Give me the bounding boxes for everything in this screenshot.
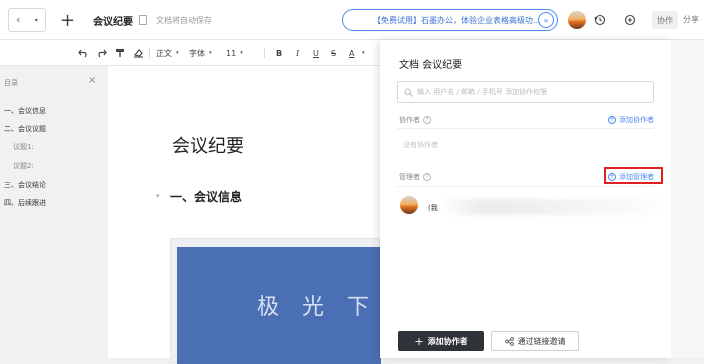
format-painter-icon[interactable] [115, 40, 125, 66]
doc-title[interactable]: 会议纪要 [93, 0, 133, 40]
panel-title: 文档 会议纪要 [399, 60, 463, 71]
close-icon[interactable]: × [88, 75, 96, 86]
share-button[interactable]: 分享 [683, 11, 699, 29]
chevron-down-icon: ▾ [240, 50, 243, 56]
undo-icon[interactable] [78, 40, 89, 66]
panel-side-strip [671, 40, 704, 358]
chevron-down-icon: ▾ [209, 50, 212, 56]
outline-item[interactable]: 二、会议议题 [4, 124, 46, 134]
share-link-icon [504, 336, 514, 346]
chevron-down-icon[interactable]: ▾ [362, 40, 365, 66]
plus-icon: + [414, 334, 424, 348]
promo-arrow-icon[interactable]: » [538, 12, 554, 28]
empty-collaborators-text: 没有协作者 [403, 141, 438, 149]
promo-text: 【免费试用】石墨办公，体验企业表格高级功... [373, 15, 541, 25]
image-content: 极 光 下 [177, 247, 381, 364]
add-circle-icon: + [608, 116, 616, 124]
highlight-annotation [604, 167, 663, 184]
font-family-select[interactable]: 字体 ▾ [189, 40, 212, 66]
document-icon [139, 0, 147, 40]
collaborator-search[interactable] [397, 81, 654, 103]
toolbar-divider [264, 48, 265, 58]
collaborators-section-label: 协作者 ? [399, 115, 431, 125]
outline-item[interactable]: 三、会议结论 [4, 180, 46, 190]
strikethrough-button[interactable]: S [331, 40, 336, 66]
back-icon: ‹ [16, 14, 21, 26]
member-name: (我 [428, 204, 438, 212]
eraser-icon[interactable] [133, 40, 144, 66]
user-avatar[interactable] [568, 11, 586, 29]
divider [397, 186, 654, 187]
embedded-image[interactable]: 极 光 下 [170, 238, 381, 364]
text-color-button[interactable]: A [349, 40, 354, 66]
help-icon[interactable]: ? [423, 173, 431, 181]
member-avatar [400, 196, 418, 214]
redo-icon[interactable] [96, 40, 107, 66]
outline-item[interactable]: 四、后续跟进 [4, 198, 46, 208]
collapse-triangle-icon[interactable]: ▾ [156, 192, 160, 200]
managers-section-label: 管理者 ? [399, 172, 431, 182]
underline-button[interactable]: U [313, 40, 319, 66]
promo-banner[interactable]: 【免费试用】石墨办公，体验企业表格高级功... » [342, 9, 558, 31]
save-status: 文档将自动保存 [156, 15, 212, 25]
document-canvas[interactable]: 会议纪要 ▾ 一、会议信息 极 光 下 [108, 66, 381, 364]
chevron-down-icon: ▾ [34, 16, 38, 24]
search-input[interactable] [417, 88, 647, 96]
invite-by-link-button[interactable]: 通过链接邀请 [491, 331, 579, 351]
add-collaborator-link[interactable]: + 添加协作者 [608, 115, 654, 125]
back-nav-button[interactable]: ‹ ▾ [8, 8, 46, 32]
outline-item[interactable]: 议题1: [13, 142, 34, 152]
top-bar: ‹ ▾ + 会议纪要 文档将自动保存 【免费试用】石墨办公，体验企业表格高级功.… [0, 0, 704, 40]
font-size-select[interactable]: 11 ▾ [226, 40, 243, 66]
redacted-member-info [440, 199, 668, 215]
toolbar-divider [149, 48, 150, 58]
italic-button[interactable]: I [296, 40, 299, 66]
collaborate-button[interactable]: 协作 [652, 11, 678, 29]
outline-title: 目录 [4, 79, 18, 87]
add-circle-icon[interactable] [621, 11, 639, 29]
new-document-button[interactable]: + [60, 0, 75, 40]
add-collaborator-button[interactable]: + 添加协作者 [398, 331, 484, 351]
help-icon[interactable]: ? [423, 116, 431, 124]
outline-item[interactable]: 议题2: [13, 161, 34, 171]
search-icon [404, 88, 413, 97]
history-icon[interactable] [591, 11, 609, 29]
chevron-down-icon: ▾ [176, 50, 179, 56]
image-caption-text: 极 光 下 [257, 295, 377, 320]
divider [397, 128, 654, 129]
outline-sidebar: 目录 × 一、会议信息 二、会议议题 议题1: 议题2: 三、会议结论 四、后续… [0, 66, 108, 358]
paragraph-style-select[interactable]: 正文 ▾ [156, 40, 179, 66]
section-heading[interactable]: 一、会议信息 [170, 188, 242, 205]
bold-button[interactable]: B [276, 40, 282, 66]
document-title[interactable]: 会议纪要 [172, 132, 244, 158]
outline-item[interactable]: 一、会议信息 [4, 106, 46, 116]
